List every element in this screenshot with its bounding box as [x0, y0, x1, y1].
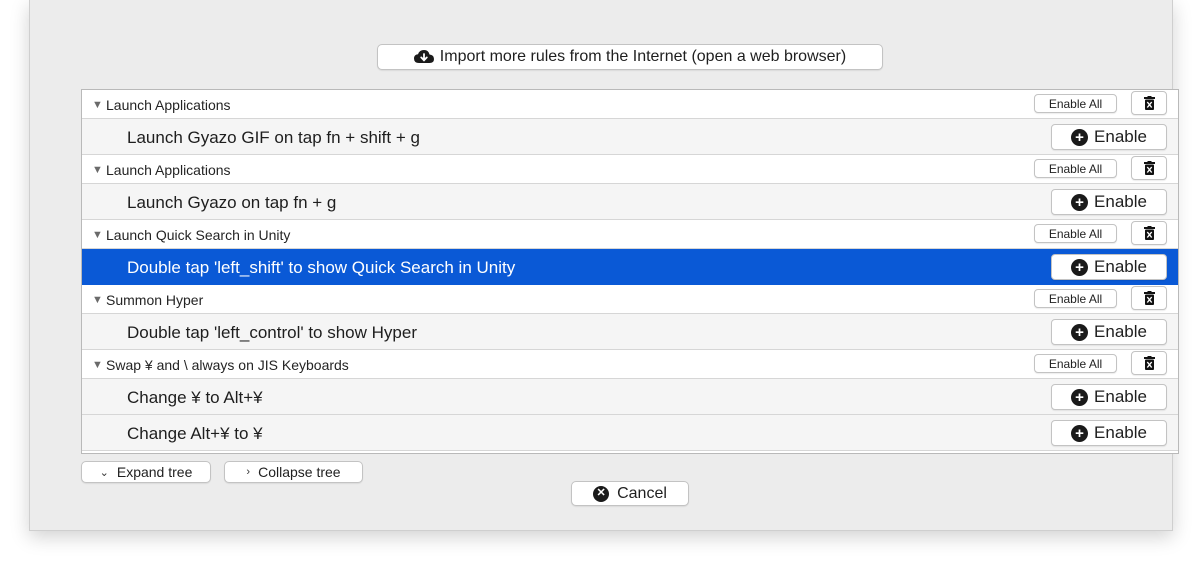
- plus-circle-icon: +: [1071, 193, 1089, 211]
- cancel-button[interactable]: ✕ Cancel: [571, 481, 689, 506]
- disclosure-triangle-icon[interactable]: ▼: [92, 164, 104, 176]
- delete-group-button[interactable]: [1131, 286, 1167, 310]
- disclosure-triangle-icon[interactable]: ▼: [92, 294, 104, 306]
- group-title: Swap ¥ and \ always on JIS Keyboards: [106, 357, 349, 373]
- enable-label: Enable: [1094, 192, 1147, 211]
- rule-title: Double tap 'left_shift' to show Quick Se…: [127, 258, 516, 277]
- close-circle-icon: ✕: [593, 485, 610, 502]
- group-title: Launch Applications: [106, 162, 231, 178]
- trash-icon: [1143, 226, 1155, 240]
- rule-row[interactable]: Change ¥ to Alt+¥ + Enable: [82, 379, 1178, 415]
- rule-row[interactable]: Launch Gyazo GIF on tap fn + shift + g +…: [82, 119, 1178, 155]
- rule-title: Change Alt+¥ to ¥: [127, 424, 263, 443]
- chevron-right-icon: ›: [246, 466, 251, 478]
- trash-icon: [1143, 356, 1155, 370]
- delete-group-button[interactable]: [1131, 91, 1167, 115]
- plus-circle-icon: +: [1071, 388, 1089, 406]
- enable-rule-button[interactable]: + Enable: [1051, 420, 1167, 446]
- group-header: ▼ Swap ¥ and \ always on JIS Keyboards: [92, 357, 349, 373]
- group-title: Launch Applications: [106, 97, 231, 113]
- enable-rule-button[interactable]: + Enable: [1051, 189, 1167, 215]
- rule-title: Double tap 'left_control' to show Hyper: [127, 323, 417, 342]
- rules-tree: ▼ Launch Applications Enable All Launch …: [81, 89, 1179, 454]
- disclosure-triangle-icon[interactable]: ▼: [92, 359, 104, 371]
- enable-rule-button[interactable]: + Enable: [1051, 384, 1167, 410]
- enable-rule-button[interactable]: + Enable: [1051, 124, 1167, 150]
- rule-title: Launch Gyazo on tap fn + g: [127, 193, 337, 212]
- group-header: ▼ Summon Hyper: [92, 292, 203, 308]
- rule-title: Launch Gyazo GIF on tap fn + shift + g: [127, 128, 420, 147]
- rule-row-selected[interactable]: Double tap 'left_shift' to show Quick Se…: [82, 249, 1178, 285]
- group-row[interactable]: ▼ Swap ¥ and \ always on JIS Keyboards E…: [82, 350, 1178, 379]
- plus-circle-icon: +: [1071, 424, 1089, 442]
- collapse-tree-button[interactable]: › Collapse tree: [224, 461, 363, 483]
- group-title: Summon Hyper: [106, 292, 204, 308]
- group-header: ▼ Launch Quick Search in Unity: [92, 227, 290, 243]
- group-row[interactable]: ▼ Summon Hyper Enable All: [82, 285, 1178, 314]
- import-rules-button[interactable]: Import more rules from the Internet (ope…: [377, 44, 883, 70]
- enable-label: Enable: [1094, 423, 1147, 442]
- enable-rule-button[interactable]: + Enable: [1051, 254, 1167, 280]
- rule-row[interactable]: Launch Gyazo on tap fn + g + Enable: [82, 184, 1178, 220]
- enable-all-button[interactable]: Enable All: [1034, 354, 1117, 373]
- group-row[interactable]: ▼ Launch Quick Search in Unity Enable Al…: [82, 220, 1178, 249]
- cancel-label: Cancel: [617, 484, 667, 502]
- rule-row[interactable]: Double tap 'left_control' to show Hyper …: [82, 314, 1178, 350]
- enable-all-button[interactable]: Enable All: [1034, 159, 1117, 178]
- enable-all-button[interactable]: Enable All: [1034, 289, 1117, 308]
- preferences-sheet: Import more rules from the Internet (ope…: [29, 0, 1179, 531]
- enable-all-button[interactable]: Enable All: [1034, 94, 1117, 113]
- trash-icon: [1143, 96, 1155, 110]
- delete-group-button[interactable]: [1131, 351, 1167, 375]
- group-row[interactable]: ▼ Launch Applications Enable All: [82, 155, 1178, 184]
- chevron-down-icon: ⌄: [99, 466, 109, 479]
- group-row[interactable]: ▼ Launch Applications Enable All: [82, 90, 1178, 119]
- collapse-tree-label: Collapse tree: [258, 464, 341, 480]
- group-title: Launch Quick Search in Unity: [106, 227, 291, 243]
- expand-tree-button[interactable]: ⌄ Expand tree: [81, 461, 211, 483]
- enable-all-button[interactable]: Enable All: [1034, 224, 1117, 243]
- enable-label: Enable: [1094, 257, 1147, 276]
- plus-circle-icon: +: [1071, 323, 1089, 341]
- delete-group-button[interactable]: [1131, 156, 1167, 180]
- rule-title: Change ¥ to Alt+¥: [127, 388, 263, 407]
- delete-group-button[interactable]: [1131, 221, 1167, 245]
- group-header: ▼ Launch Applications: [92, 97, 231, 113]
- disclosure-triangle-icon[interactable]: ▼: [92, 99, 104, 111]
- cloud-download-icon: [413, 50, 434, 63]
- expand-tree-label: Expand tree: [116, 464, 193, 480]
- import-rules-label: Import more rules from the Internet (ope…: [439, 48, 847, 65]
- enable-label: Enable: [1094, 387, 1147, 406]
- trash-icon: [1143, 291, 1155, 305]
- trash-icon: [1143, 161, 1155, 175]
- plus-circle-icon: +: [1071, 258, 1089, 276]
- rule-row[interactable]: Change Alt+¥ to ¥ + Enable: [82, 415, 1178, 451]
- plus-circle-icon: +: [1071, 128, 1089, 146]
- enable-label: Enable: [1094, 127, 1147, 146]
- enable-label: Enable: [1094, 322, 1147, 341]
- disclosure-triangle-icon[interactable]: ▼: [92, 229, 104, 241]
- group-header: ▼ Launch Applications: [92, 162, 231, 178]
- enable-rule-button[interactable]: + Enable: [1051, 319, 1167, 345]
